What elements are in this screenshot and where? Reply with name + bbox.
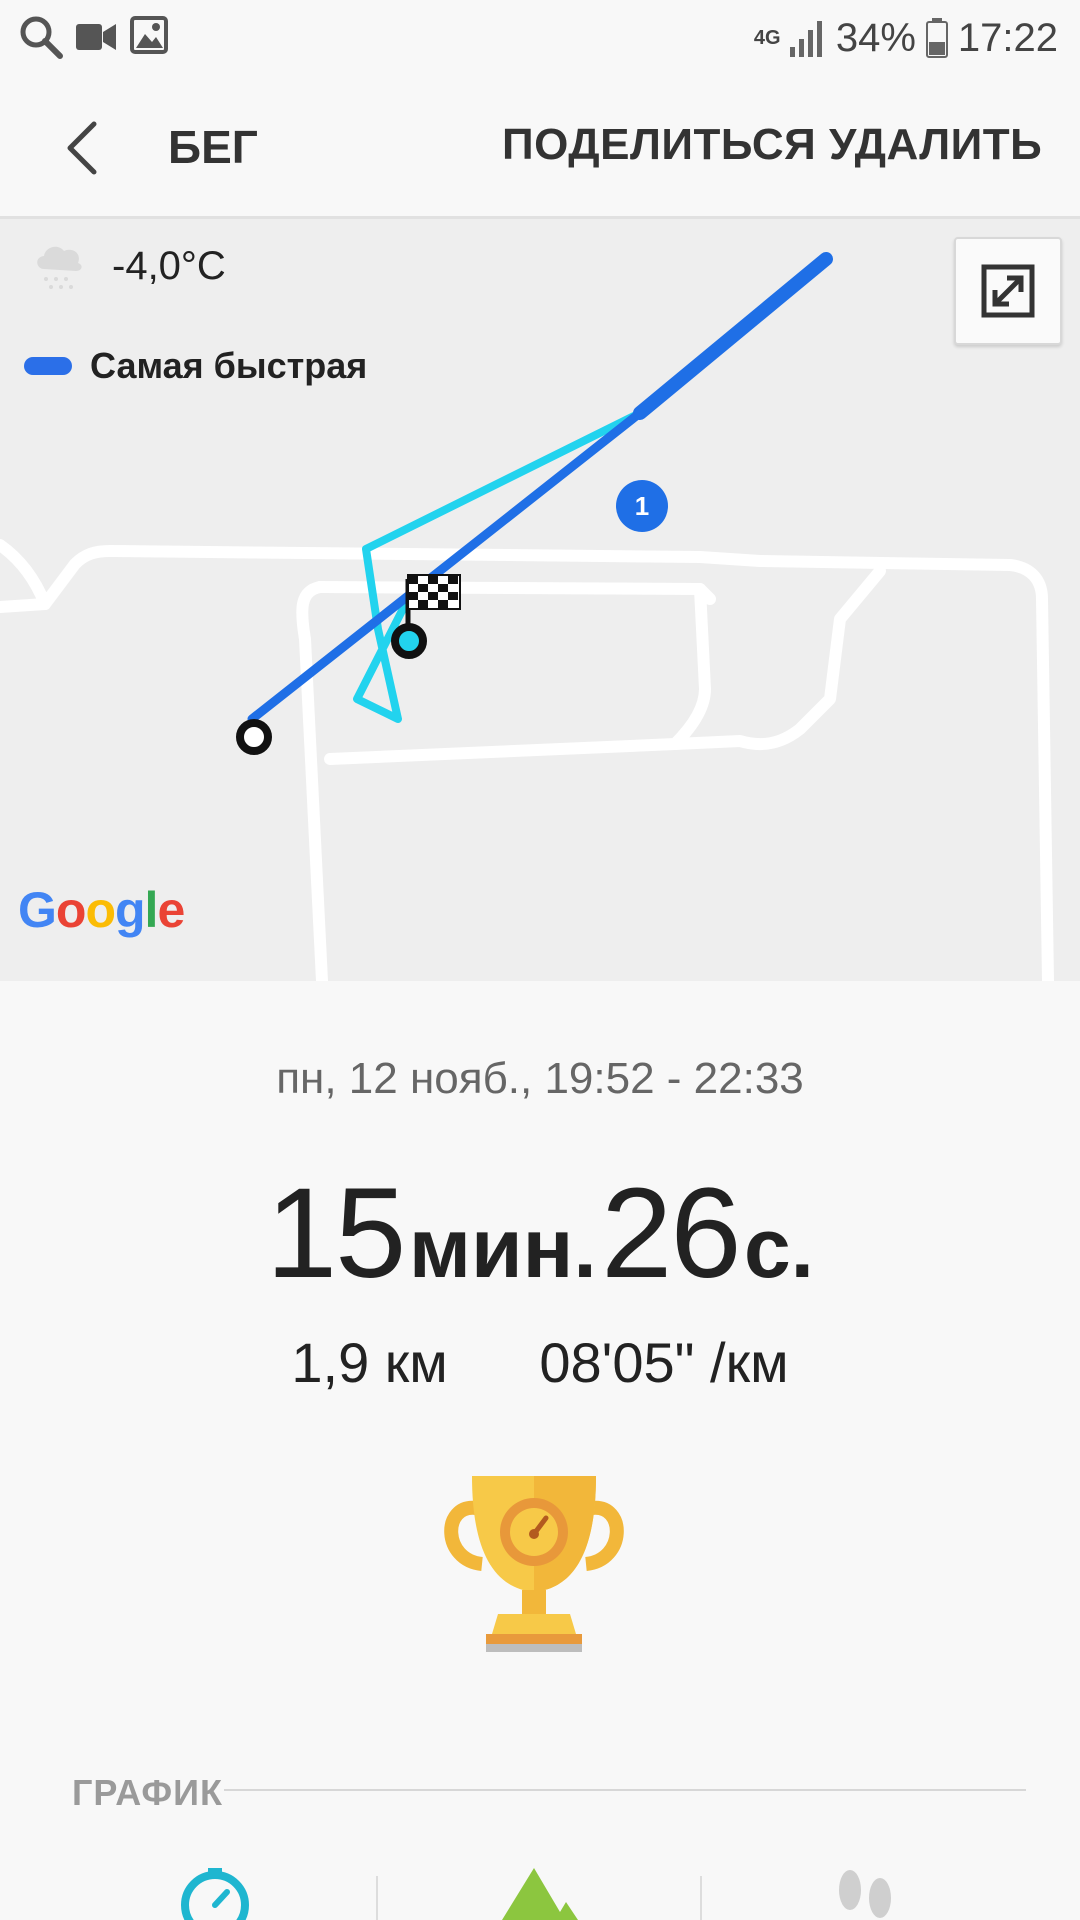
speed-gauge-icon[interactable] xyxy=(178,1868,252,1920)
km-marker-label: 1 xyxy=(634,491,650,521)
steps-icon[interactable] xyxy=(832,1868,898,1920)
workout-duration: 15 мин. 26 с. xyxy=(0,1160,1080,1307)
legend-swatch xyxy=(24,357,72,375)
map-canvas xyxy=(0,252,1054,981)
app-bar: БЕГ ПОДЕЛИТЬСЯ УДАЛИТЬ xyxy=(0,76,1080,219)
tab-divider xyxy=(700,1876,702,1920)
legend-label: Самая быстрая xyxy=(90,345,368,386)
image-icon xyxy=(130,16,168,54)
distance: 1,9 км xyxy=(291,1331,448,1394)
route-fastest xyxy=(247,408,645,724)
expand-map-button[interactable] xyxy=(954,237,1062,345)
page-title: БЕГ xyxy=(168,121,258,173)
route-fastest xyxy=(633,252,833,420)
signal-icon xyxy=(789,21,822,57)
search-icon xyxy=(20,16,63,59)
duration-minutes: 15 xyxy=(265,1162,406,1305)
weather: -4,0°C xyxy=(32,239,226,293)
pace: 08'05" /км xyxy=(539,1331,789,1394)
workout-date: пн, 12 нояб., 19:52 - 22:33 xyxy=(276,1054,804,1103)
finish-marker xyxy=(391,623,427,659)
map-legend: Самая быстрая xyxy=(24,345,367,387)
share-button[interactable]: ПОДЕЛИТЬСЯ xyxy=(502,120,816,170)
battery-icon xyxy=(925,18,948,58)
graph-section-title: ГРАФИК xyxy=(72,1772,223,1813)
delete-button[interactable]: УДАЛИТЬ xyxy=(829,120,1042,170)
trophy-icon[interactable] xyxy=(436,1468,632,1658)
temperature: -4,0°C xyxy=(112,243,226,288)
status-bar: 4G 34% 17:22 xyxy=(0,0,1080,76)
google-logo: Google xyxy=(18,882,185,938)
tab-divider xyxy=(376,1876,378,1920)
map-road xyxy=(314,581,716,605)
route-track xyxy=(353,409,642,723)
duration-seconds: 26 xyxy=(601,1162,741,1305)
duration-seconds-unit: с. xyxy=(743,1201,815,1295)
cloud-snow-icon xyxy=(37,246,82,289)
map-road xyxy=(296,581,328,981)
elevation-icon[interactable] xyxy=(502,1868,578,1920)
map-road xyxy=(0,598,51,613)
duration-minutes-unit: мин. xyxy=(408,1201,597,1295)
workout-stats: 1,9 км 08'05" /км xyxy=(0,1330,1080,1395)
back-arrow-icon[interactable] xyxy=(50,112,120,182)
section-divider xyxy=(224,1789,1026,1791)
finish-flag-icon xyxy=(407,574,461,610)
clock: 17:22 xyxy=(957,15,1058,60)
start-marker xyxy=(236,719,272,755)
expand-icon xyxy=(981,264,1035,318)
network-type: 4G xyxy=(753,27,781,49)
battery-percent: 34% xyxy=(835,15,916,60)
route-map[interactable]: 1 -4,0°C Самая быстрая Google xyxy=(0,219,1080,981)
video-icon xyxy=(76,24,116,50)
